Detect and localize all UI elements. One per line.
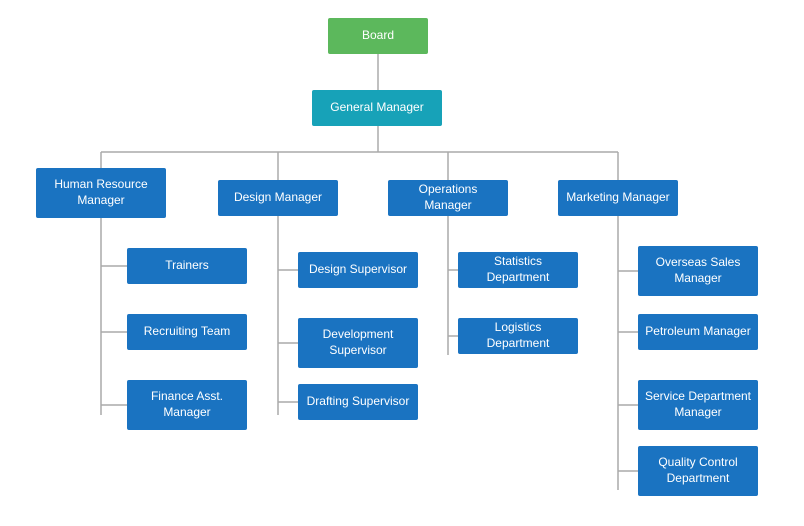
board-node: Board bbox=[328, 18, 428, 54]
service-dept-node: Service Department Manager bbox=[638, 380, 758, 430]
drafting-supervisor-node: Drafting Supervisor bbox=[298, 384, 418, 420]
petroleum-manager-node: Petroleum Manager bbox=[638, 314, 758, 350]
general-manager-node: General Manager bbox=[312, 90, 442, 126]
stats-dept-node: Statistics Department bbox=[458, 252, 578, 288]
finance-asst-node: Finance Asst. Manager bbox=[127, 380, 247, 430]
org-chart: Board General Manager Human Resource Man… bbox=[0, 0, 804, 526]
recruiting-team-node: Recruiting Team bbox=[127, 314, 247, 350]
ops-manager-node: Operations Manager bbox=[388, 180, 508, 216]
trainers-node: Trainers bbox=[127, 248, 247, 284]
dev-supervisor-node: Development Supervisor bbox=[298, 318, 418, 368]
marketing-manager-node: Marketing Manager bbox=[558, 180, 678, 216]
design-manager-node: Design Manager bbox=[218, 180, 338, 216]
hr-manager-node: Human Resource Manager bbox=[36, 168, 166, 218]
logistics-dept-node: Logistics Department bbox=[458, 318, 578, 354]
quality-control-node: Quality Control Department bbox=[638, 446, 758, 496]
overseas-sales-node: Overseas Sales Manager bbox=[638, 246, 758, 296]
design-supervisor-node: Design Supervisor bbox=[298, 252, 418, 288]
